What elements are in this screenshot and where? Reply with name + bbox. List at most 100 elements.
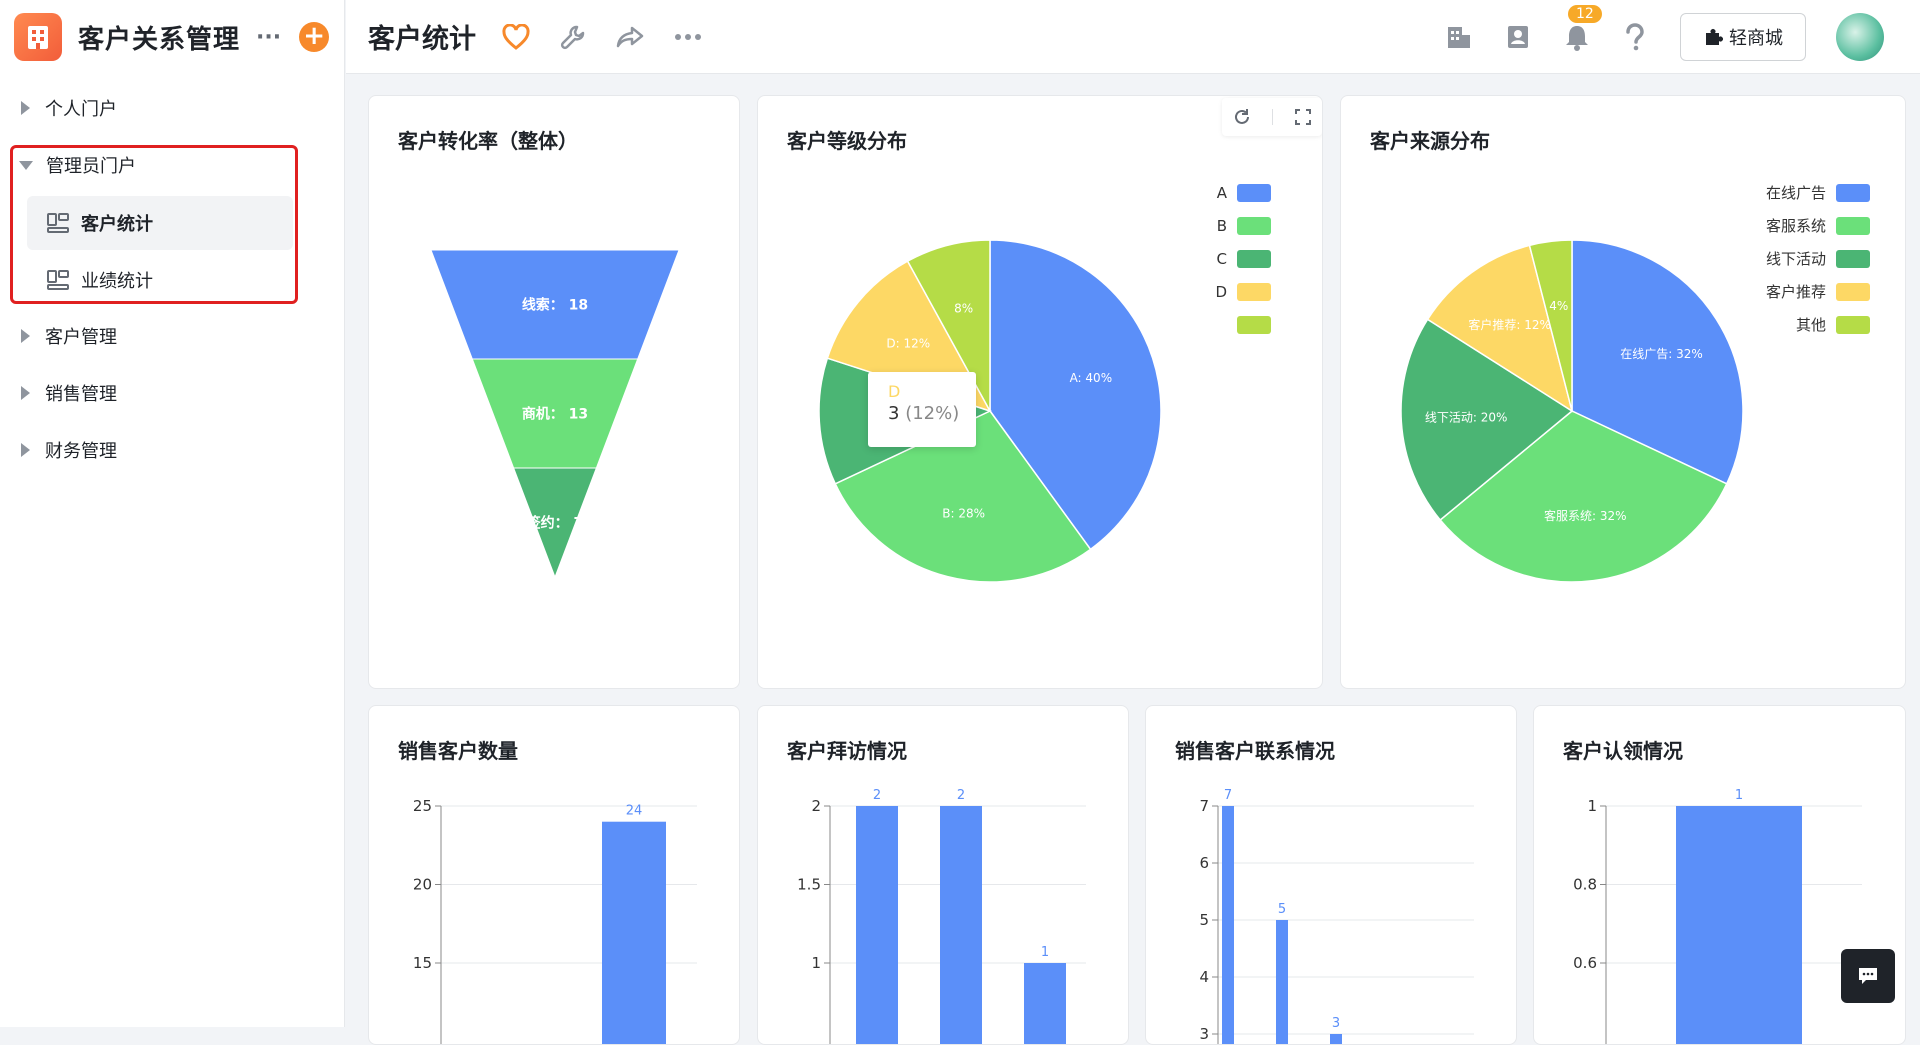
chevron-right-icon [21,101,30,115]
chevron-right-icon [21,329,30,343]
favorite-icon[interactable] [502,23,530,50]
pie-slice-label: 在线广告: 32% [1620,347,1703,361]
bar-value-label: 7 [1224,788,1232,803]
chat-button[interactable] [1841,949,1895,1003]
contacts-bar-chart: 7 6 5 4 3 7 5 3 [1199,788,1474,1044]
chat-icon [1859,968,1877,984]
bar-value-label: 24 [626,804,643,819]
more-icon[interactable] [674,33,702,41]
legend-swatch [1237,250,1271,268]
level-pie-card: 客户等级分布 A: 40% B: 28% D: 12% 8% A B C D D 3 (12%… [757,95,1323,689]
wrench-icon[interactable] [560,24,586,50]
y-tick-label: 3 [1199,1025,1209,1043]
pie-slice-label: 线下活动: 20% [1425,411,1508,425]
bar [1276,920,1288,1044]
app-more-button[interactable]: ··· [256,25,281,50]
sales-count-bar-chart: 25 20 15 24 [413,797,697,1044]
legend-swatch [1237,184,1271,202]
legend-label: D [1215,283,1227,301]
bar [1330,1034,1342,1044]
funnel-chart-card: 客户转化率（整体） 线索： 18 商机： 13 签约： 7 [368,95,740,689]
funnel-label: 线索： 18 [522,297,588,314]
funnel-label: 签约： 7 [526,515,584,532]
legend-label: B [1217,217,1227,235]
legend-swatch [1836,184,1870,202]
y-tick-label: 4 [1199,968,1209,986]
bar-value-label: 5 [1278,902,1286,917]
help-icon[interactable] [1624,23,1646,51]
legend-label: 客服系统 [1766,217,1826,235]
bar [1222,806,1234,1044]
contacts-card: 销售客户联系情况 76543753 [1145,705,1517,1045]
pie-slice-label: A: 40% [1070,371,1113,385]
y-tick-label: 1 [811,954,821,972]
source-pie-chart: 在线广告: 32% 客服系统: 32% 线下活动: 20% 客户推荐: 12% 4% 在线… [1400,184,1870,583]
legend-label: 线下活动 [1766,250,1826,268]
pie-slice-label: 客服系统: 32% [1544,508,1627,523]
y-tick-label: 1 [1587,797,1597,815]
y-tick-label: 1.5 [797,876,821,894]
app-logo[interactable] [14,13,62,61]
visits-bar-chart: 2 1.5 1 2 2 1 [797,788,1086,1044]
funnel-chart: 线索： 18 商机： 13 签约： 7 [430,249,680,579]
highlight-box [10,145,298,304]
y-tick-label: 6 [1199,854,1209,872]
sidebar-item-label: 销售管理 [45,384,117,405]
mall-button-label: 轻商城 [1729,28,1783,49]
y-tick-label: 2 [811,797,821,815]
app-add-button[interactable]: + [299,22,330,52]
organization-icon[interactable] [1446,24,1472,50]
bar-value-label: 2 [957,788,965,803]
contacts-icon[interactable] [1506,24,1530,50]
y-tick-label: 20 [413,876,432,894]
y-tick-label: 15 [413,954,432,972]
visits-card: 客户拜访情况 2 1.5 1 2 2 1 [757,705,1129,1045]
bar-value-label: 1 [1735,788,1743,803]
y-tick-label: 0.8 [1573,876,1597,894]
tooltip-value: 3 [888,403,900,424]
y-tick-label: 7 [1199,797,1209,815]
pie-tooltip: D 3 (12%) [868,372,976,447]
legend-label: A [1217,184,1228,202]
sidebar-item-label: 个人门户 [45,99,117,120]
pie-slice-label: 8% [954,301,973,315]
bar [940,806,982,1044]
y-tick-label: 25 [413,797,432,815]
sidebar-item-label: 客户管理 [45,327,117,348]
pie-slice-label: D: 12% [886,336,930,350]
legend-label: 在线广告 [1766,184,1826,202]
puzzle-icon [1706,29,1723,45]
sidebar: 客户关系管理 ··· + 个人门户 管理员门户 客户统计 业绩统计 客户管理 销… [0,0,345,1027]
sidebar-item-personal-portal[interactable]: 个人门户 [0,88,117,128]
legend-swatch [1836,217,1870,235]
building-icon [28,26,48,49]
bar [856,806,898,1044]
pie-slice-label: 4% [1549,299,1568,313]
pie-slice-label: B: 28% [942,507,985,521]
source-pie-card: 客户来源分布 在线广告: 32% 客服系统: 32% 线下活动: 20% 客户推荐: … [1340,95,1906,689]
topbar-right: 12 轻商城 [1446,0,1920,74]
sales-count-card: 销售客户数量 25 20 15 24 [368,705,740,1045]
funnel-label: 商机： 13 [522,406,588,423]
bar-value-label: 2 [873,788,881,803]
legend-swatch [1836,283,1870,301]
topbar: 客户统计 12 轻商城 [346,0,1920,74]
legend-label: 其他 [1796,316,1826,334]
y-tick-label: 0.6 [1573,954,1597,972]
sidebar-item-finance-management[interactable]: 财务管理 [0,430,117,470]
tooltip-name: D [888,382,901,401]
y-tick-label: 5 [1199,911,1209,929]
notification-bell-icon[interactable]: 12 [1564,5,1602,51]
tooltip-percent: (12%) [905,403,960,424]
share-icon[interactable] [616,25,644,49]
mall-button[interactable]: 轻商城 [1680,13,1806,61]
legend-swatch [1836,250,1870,268]
sidebar-item-sales-management[interactable]: 销售管理 [0,373,117,413]
sidebar-item-customer-management[interactable]: 客户管理 [0,316,117,356]
chevron-right-icon [21,386,30,400]
notification-badge: 12 [1568,5,1602,23]
legend-label: 客户推荐 [1766,283,1826,301]
chevron-right-icon [21,443,30,457]
legend-swatch [1836,316,1870,334]
avatar[interactable] [1836,13,1884,61]
